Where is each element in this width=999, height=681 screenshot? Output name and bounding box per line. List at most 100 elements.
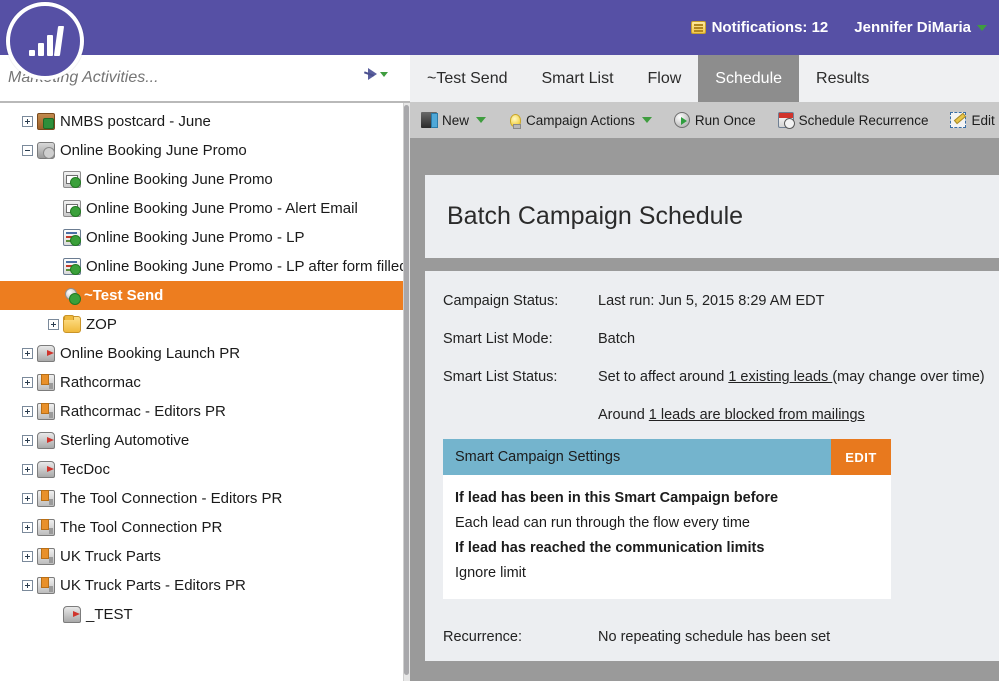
tab-test-send[interactable]: ~Test Send	[410, 55, 525, 102]
tree-item[interactable]: UK Truck Parts	[0, 542, 410, 571]
smart-campaign-settings-header: Smart Campaign Settings EDIT	[443, 439, 891, 475]
run-once-button[interactable]: Run Once	[663, 102, 767, 139]
tree-item[interactable]: _TEST	[0, 600, 410, 629]
campaign-status-value: Last run: Jun 5, 2015 8:29 AM EDT	[598, 293, 825, 309]
tree-scrollbar[interactable]	[403, 103, 410, 681]
schedule-recurrence-button[interactable]: Schedule Recurrence	[767, 102, 940, 139]
smart-list-mode-value: Batch	[598, 331, 636, 347]
expand-icon[interactable]	[22, 435, 33, 446]
user-menu-button[interactable]: Jennifer DiMaria	[854, 19, 987, 36]
new-icon	[421, 112, 438, 128]
tree-item[interactable]: The Tool Connection PR	[0, 513, 410, 542]
notifications-button[interactable]: Notifications: 12	[690, 19, 828, 36]
tree-item[interactable]: UK Truck Parts - Editors PR	[0, 571, 410, 600]
tree-item[interactable]: Online Booking June Promo - LP after for…	[0, 252, 410, 281]
tree-item[interactable]: Online Booking June Promo - LP	[0, 223, 410, 252]
marketing-activities-tree[interactable]: NMBS postcard - June Online Booking June …	[0, 103, 410, 681]
pencil-icon	[950, 112, 967, 128]
tab-label: Results	[816, 69, 870, 87]
tree-item[interactable]: Rathcormac	[0, 368, 410, 397]
mailbox-icon	[63, 606, 81, 623]
tree-item-label: Online Booking June Promo	[60, 142, 247, 159]
main-area: ~Test Send Smart List Flow Schedule Results …	[410, 0, 999, 681]
existing-leads-link[interactable]: 1 existing leads	[728, 369, 832, 385]
toolbar: New Campaign Actions Run Once Schedule Rec…	[410, 102, 999, 139]
mailbox-icon	[37, 461, 55, 478]
smart-list-mode-label: Smart List Mode:	[443, 331, 553, 347]
books-icon	[37, 577, 55, 594]
expand-icon[interactable]	[22, 464, 33, 475]
chevron-down-icon[interactable]	[476, 117, 487, 123]
logo-bars-icon	[28, 26, 64, 56]
page-title: Batch Campaign Schedule	[447, 202, 744, 230]
folder-icon	[63, 315, 81, 333]
tree-item-label: Rathcormac - Editors PR	[60, 403, 226, 420]
header-right-group: Notifications: 12 Jennifer DiMaria	[690, 0, 987, 55]
tab-schedule[interactable]: Schedule	[698, 51, 800, 102]
calendar-icon	[777, 112, 795, 129]
app-root: Notifications: 12 Jennifer DiMaria NM	[0, 0, 999, 681]
expand-icon[interactable]	[22, 406, 33, 417]
smart-list-status-row: Smart List Status: Set to affect around …	[425, 369, 999, 407]
tree-item[interactable]: Online Booking June Promo	[0, 136, 410, 165]
content-panels: Batch Campaign Schedule Campaign Status:…	[425, 175, 999, 661]
expand-icon[interactable]	[48, 319, 59, 330]
tree-item[interactable]: Online Booking Launch PR	[0, 339, 410, 368]
setting-heading: If lead has been in this Smart Campaign …	[455, 490, 779, 506]
tree-item[interactable]: NMBS postcard - June	[0, 107, 410, 136]
smart-campaign-settings-box: Smart Campaign Settings EDIT If lead has…	[443, 439, 891, 599]
campaign-actions-button[interactable]: Campaign Actions	[497, 102, 663, 139]
expand-icon[interactable]	[22, 580, 33, 591]
edit-button[interactable]: Edit	[939, 102, 999, 139]
marketo-logo[interactable]	[6, 2, 84, 80]
tree-item[interactable]: ZOP	[0, 310, 410, 339]
expand-icon[interactable]	[22, 377, 33, 388]
smart-list-status-suffix: (may change over time)	[832, 369, 985, 385]
schedule-details-panel: Campaign Status: Last run: Jun 5, 2015 8…	[425, 271, 999, 661]
toolbar-button-label: Run Once	[694, 112, 756, 128]
smart-campaign-icon	[63, 287, 81, 305]
books-icon	[37, 548, 55, 565]
page-title-panel: Batch Campaign Schedule	[425, 175, 999, 258]
expand-icon[interactable]	[22, 522, 33, 533]
tree-item[interactable]: TecDoc	[0, 455, 410, 484]
books-icon	[37, 374, 55, 391]
tree-item[interactable]: Sterling Automotive	[0, 426, 410, 455]
toolbar-button-label: Campaign Actions	[526, 112, 635, 128]
expand-icon[interactable]	[22, 116, 33, 127]
tree-item[interactable]: ~Test Send	[0, 281, 410, 310]
tree-item[interactable]: The Tool Connection - Editors PR	[0, 484, 410, 513]
tree-scrollbar-thumb[interactable]	[404, 105, 409, 675]
blocked-leads-prefix: Around	[598, 407, 649, 423]
tree-item-label: UK Truck Parts	[60, 548, 161, 565]
chevron-down-icon[interactable]	[641, 117, 652, 123]
recurrence-row: Recurrence: No repeating schedule has be…	[425, 599, 999, 645]
tab-label: ~Test Send	[427, 69, 508, 87]
top-header: Notifications: 12 Jennifer DiMaria	[0, 0, 999, 55]
lightbulb-icon	[510, 113, 522, 129]
tree-item-label: Online Booking June Promo - LP after for…	[86, 258, 410, 275]
setting-heading: If lead has reached the communication li…	[455, 540, 765, 556]
blocked-leads-link[interactable]: 1 leads are blocked from mailings	[649, 407, 865, 423]
expand-icon[interactable]	[22, 493, 33, 504]
expand-icon[interactable]	[22, 348, 33, 359]
smart-list-status-value: Set to affect around 1 existing leads (m…	[598, 369, 985, 385]
tree-item[interactable]: Rathcormac - Editors PR	[0, 397, 410, 426]
tree-item-label: Rathcormac	[60, 374, 141, 391]
settings-edit-button[interactable]: EDIT	[831, 439, 891, 475]
mailbox-icon	[37, 432, 55, 449]
tab-flow[interactable]: Flow	[631, 55, 699, 102]
program-icon	[37, 113, 55, 130]
recurrence-label: Recurrence:	[443, 629, 522, 645]
tree-item[interactable]: Online Booking June Promo	[0, 165, 410, 194]
tab-results[interactable]: Results	[799, 55, 886, 102]
expand-icon[interactable]	[22, 551, 33, 562]
mailbox-icon	[37, 345, 55, 362]
tree-item[interactable]: Online Booking June Promo - Alert Email	[0, 194, 410, 223]
tab-smart-list[interactable]: Smart List	[525, 55, 631, 102]
filter-button[interactable]	[368, 68, 388, 80]
collapse-icon[interactable]	[22, 145, 33, 156]
new-button[interactable]: New	[410, 102, 497, 139]
